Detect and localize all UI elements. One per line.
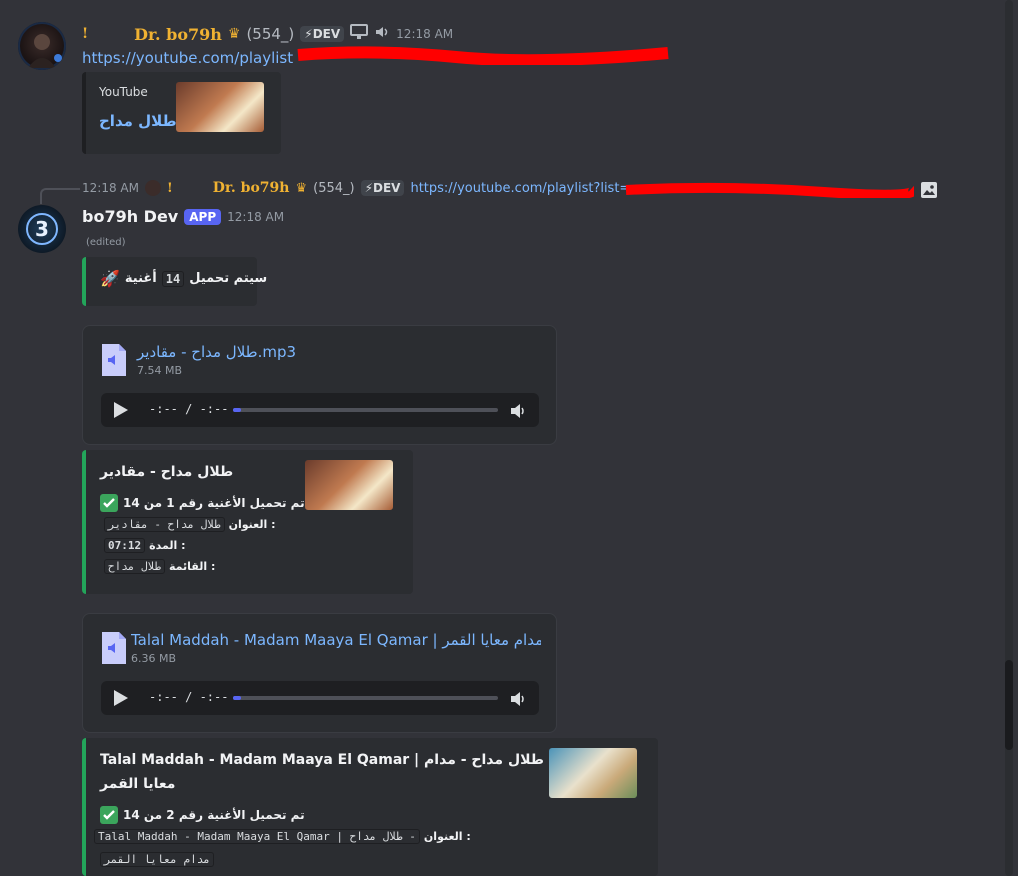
scrollbar-thumb[interactable]: [1005, 660, 1013, 750]
dev-badge: ⚡DEV: [300, 26, 345, 42]
message-header: ! Dr. bo79h ♛ (554_) ⚡DEV 12:18 AM: [82, 24, 453, 44]
title-label: العنوان :: [228, 518, 276, 531]
crown-icon: ♛: [227, 26, 241, 42]
app-badge: APP: [184, 208, 222, 225]
reply-avatar: [144, 180, 161, 196]
song-thumbnail[interactable]: [549, 748, 637, 798]
reply-tag: (554_): [313, 180, 355, 196]
song-title-line1: Talal Maddah - Madam Maaya El Qamar | طل…: [100, 752, 544, 768]
status-row: تم تحميل الأغنية رقم 1 من 14: [100, 494, 305, 512]
reply-connector: [40, 188, 80, 204]
attachment-name-link[interactable]: Talal Maddah - Madam Maaya El Qamar | مد…: [131, 631, 541, 649]
list-field: طلال مداح القائمة :: [104, 559, 215, 574]
song-embed: Talal Maddah - Madam Maaya El Qamar | طل…: [82, 738, 658, 876]
embed-provider: YouTube: [99, 85, 148, 99]
crown-icon: ♛: [295, 180, 308, 196]
audio-time: -:-- / -:--: [149, 402, 229, 416]
attachment-size: 6.36 MB: [131, 652, 177, 665]
dev-badge: ⚡DEV: [360, 180, 405, 196]
status-text: تم تحميل الأغنية رقم 2 من 14: [123, 808, 305, 822]
svg-text:3: 3: [35, 217, 49, 241]
title-label: العنوان :: [423, 830, 471, 843]
audio-progress-fill: [233, 696, 241, 700]
avatar-figure-icon: [28, 34, 62, 68]
audio-progress-bar[interactable]: [233, 408, 498, 412]
play-button[interactable]: [111, 689, 129, 711]
youtube-embed: YouTube طلال مداح: [82, 72, 281, 154]
reply-prefix: !: [166, 180, 173, 196]
status-row: تم تحميل الأغنية رقم 2 من 14: [100, 806, 305, 824]
embed-thumbnail[interactable]: [176, 82, 264, 132]
bot-logo-icon: 3: [26, 213, 58, 245]
title-value: طلال مداح - مقادير: [104, 517, 225, 532]
attachment-size: 7.54 MB: [137, 364, 183, 377]
bot-avatar[interactable]: 3: [18, 205, 66, 253]
download-info-embed: 🚀 أغنية 14 سيتم تحميل: [82, 257, 267, 306]
song-title: طلال مداح - مقادير: [100, 464, 234, 480]
title-field: طلال مداح - مقادير العنوان :: [104, 517, 275, 532]
scrollbar-track[interactable]: [1005, 0, 1013, 876]
reply-author: Dr. bo79h: [212, 180, 290, 196]
author-name[interactable]: Dr. bo79h: [134, 25, 222, 44]
reply-timestamp: 12:18 AM: [82, 181, 139, 195]
check-icon: [100, 494, 118, 512]
audio-player: -:-- / -:--: [101, 393, 539, 427]
info-suffix: أغنية: [124, 271, 157, 286]
audio-file-icon: [101, 631, 127, 669]
audio-attachment: Talal Maddah - Madam Maaya El Qamar | مد…: [82, 613, 557, 733]
duration-field: 07:12 المدة :: [104, 538, 185, 553]
edited-label: (edited): [86, 237, 126, 248]
embed-title-link[interactable]: طلال مداح: [99, 112, 177, 130]
message-timestamp: 12:18 AM: [396, 27, 454, 41]
rocket-icon: 🚀: [100, 269, 120, 288]
info-row: 🚀 أغنية 14 سيتم تحميل: [100, 269, 267, 288]
duration-label: المدة :: [149, 539, 186, 552]
title-value-row2: مدام معايا القمر: [100, 851, 214, 867]
message-timestamp: 12:18 AM: [227, 209, 285, 224]
song-thumbnail[interactable]: [305, 460, 393, 510]
reply-link: https://youtube.com/playlist?list=: [410, 180, 631, 196]
audio-player: -:-- / -:--: [101, 681, 539, 715]
speaker-icon: [374, 24, 390, 44]
image-icon: [920, 181, 938, 203]
song-title-line2: معايا القمر: [100, 776, 176, 792]
duration-value: 07:12: [104, 538, 146, 553]
attachment-name-link[interactable]: طلال مداح - مقادير.mp3: [137, 343, 296, 361]
status-text: تم تحميل الأغنية رقم 1 من 14: [123, 496, 305, 510]
play-button[interactable]: [111, 401, 129, 423]
author-tag: (554_): [246, 25, 295, 43]
redaction-mark: [624, 182, 919, 200]
info-count: 14: [161, 270, 185, 287]
volume-button[interactable]: [509, 402, 527, 424]
bot-name[interactable]: bo79h Dev: [82, 207, 178, 226]
audio-time: -:-- / -:--: [149, 690, 229, 704]
audio-file-icon: [101, 343, 127, 381]
bot-header: bo79h Dev APP 12:18 AM: [82, 207, 284, 226]
playlist-link[interactable]: https://youtube.com/playlist: [82, 49, 293, 67]
audio-attachment: طلال مداح - مقادير.mp3 7.54 MB -:-- / -:…: [82, 325, 557, 445]
audio-progress-bar[interactable]: [233, 696, 498, 700]
title-value-line1: Talal Maddah - Madam Maaya El Qamar | طل…: [94, 829, 420, 844]
redaction-mark: [296, 45, 670, 67]
monitor-icon: [350, 24, 369, 44]
audio-progress-fill: [233, 408, 241, 412]
info-prefix: سيتم تحميل: [189, 271, 268, 286]
title-field: Talal Maddah - Madam Maaya El Qamar | طل…: [94, 829, 471, 844]
list-value: طلال مداح: [104, 559, 165, 574]
title-value-line2: مدام معايا القمر: [100, 852, 214, 867]
user-avatar[interactable]: [18, 22, 66, 70]
reply-reference[interactable]: 12:18 AM ! Dr. bo79h ♛ (554_) ⚡DEV https…: [82, 180, 630, 196]
check-icon: [100, 806, 118, 824]
list-label: القائمة :: [168, 560, 216, 573]
author-prefix: !: [82, 26, 89, 42]
volume-button[interactable]: [509, 690, 527, 712]
song-embed: طلال مداح - مقادير تم تحميل الأغنية رقم …: [82, 450, 413, 594]
